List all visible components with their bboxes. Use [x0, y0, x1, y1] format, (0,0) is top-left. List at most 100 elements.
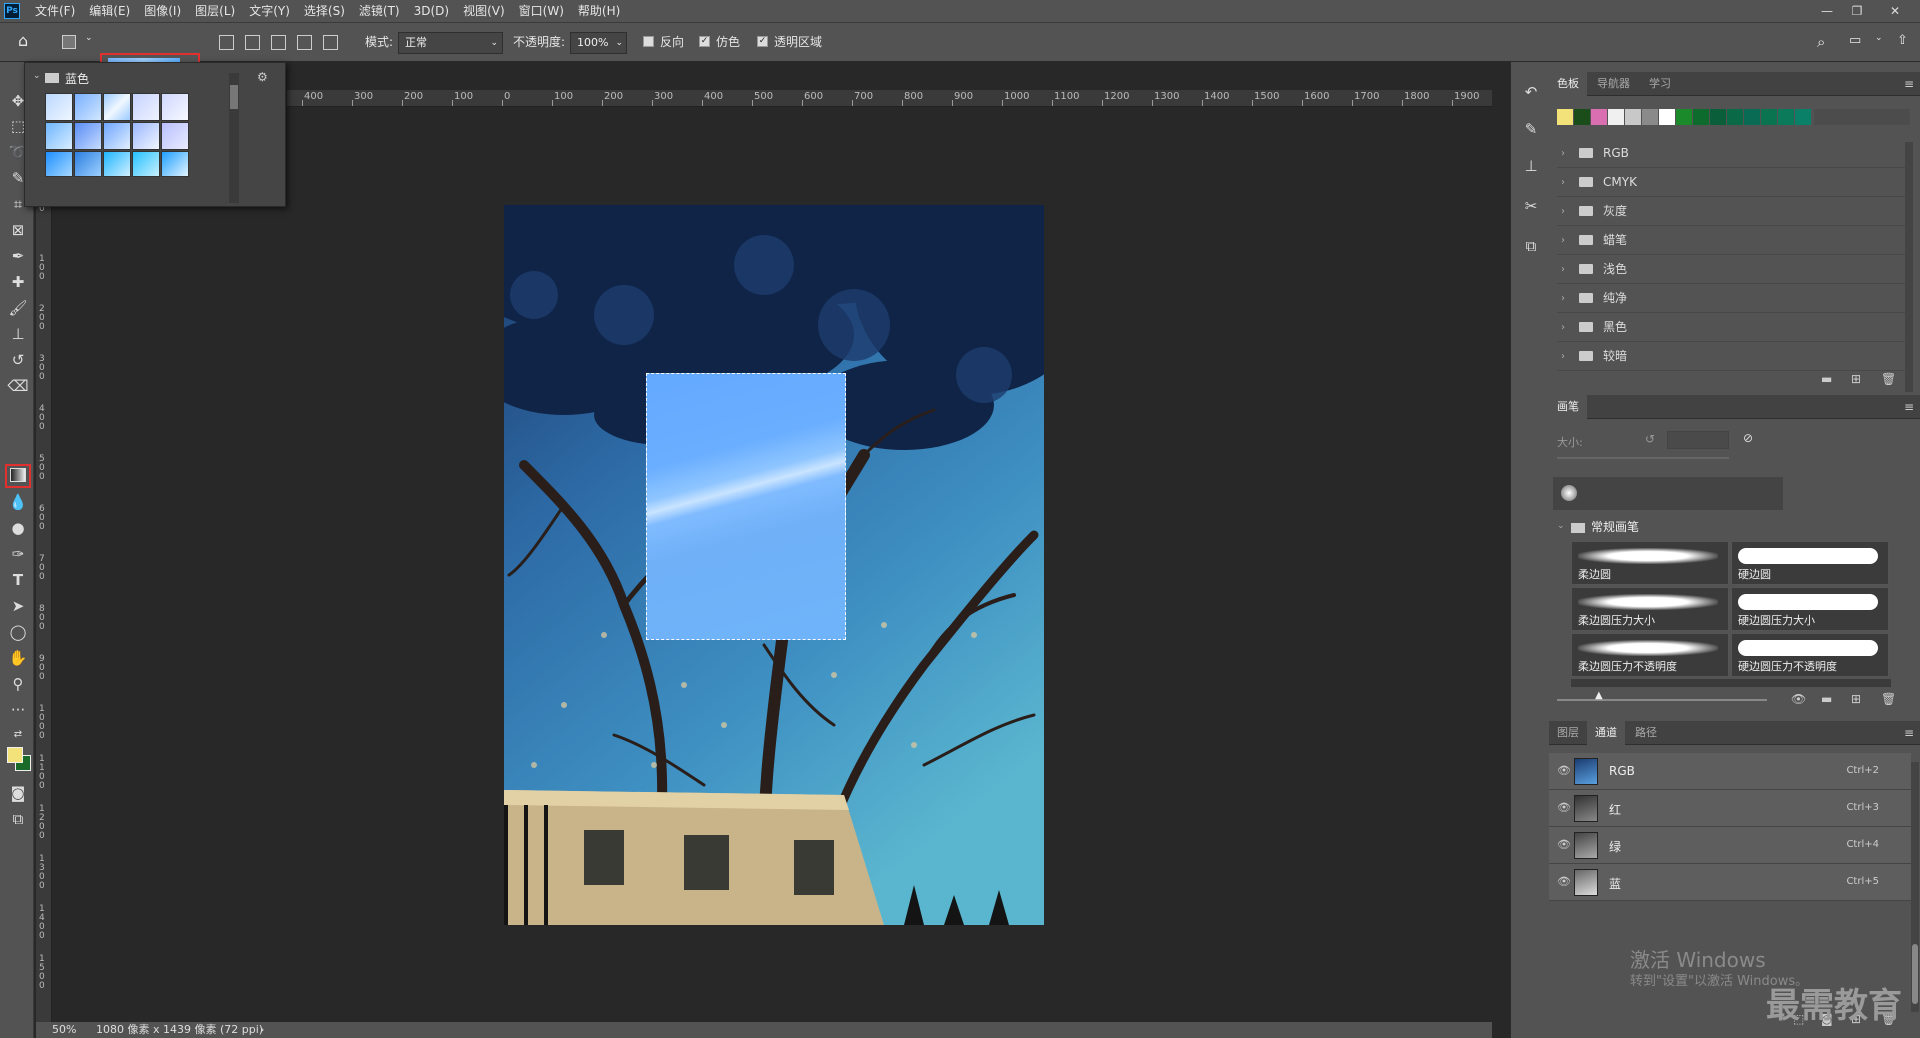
gradient-preset-swatch[interactable] [45, 122, 73, 150]
close-icon[interactable]: ✕ [1880, 0, 1910, 22]
tool-presets-icon[interactable]: ✂ [1519, 194, 1543, 218]
brush-tool-icon[interactable]: 🖌 [7, 297, 29, 319]
ellipse-tool-icon[interactable]: ◯ [7, 621, 29, 643]
channel-row[interactable]: 👁 蓝 Ctrl+5 [1549, 864, 1911, 901]
chevron-right-icon[interactable]: › [1561, 342, 1565, 371]
color-swatch[interactable] [1625, 109, 1641, 125]
type-tool-icon[interactable]: T [7, 569, 29, 591]
gradient-preset-swatch[interactable] [132, 93, 160, 121]
gradient-preset-swatch[interactable] [103, 151, 131, 177]
color-swatch[interactable] [1778, 109, 1794, 125]
eraser-tool-icon[interactable]: ⌫ [7, 375, 29, 397]
chevron-right-icon[interactable]: › [1561, 197, 1565, 226]
share-icon[interactable]: ⇧ [1897, 33, 1908, 48]
chevron-right-icon[interactable]: › [1561, 226, 1565, 255]
tab-layers[interactable]: 图层 [1549, 721, 1587, 745]
new-swatch-icon[interactable]: ⊞ [1851, 372, 1861, 386]
gradient-preset-swatch[interactable] [74, 93, 102, 121]
swatches-scrollbar[interactable] [1905, 142, 1913, 392]
new-preset-icon[interactable]: ⊘ [1743, 431, 1753, 445]
color-swatch[interactable] [1676, 109, 1692, 125]
angle-gradient-icon[interactable] [271, 35, 286, 50]
more-tools-icon[interactable]: ··· [7, 699, 29, 721]
color-swatch[interactable] [1557, 109, 1573, 125]
eye-icon[interactable]: 👁 [1557, 875, 1571, 888]
menu-window[interactable]: 窗口(W) [512, 0, 571, 22]
gradient-tool-button[interactable] [5, 464, 31, 488]
menu-filter[interactable]: 滤镜(T) [352, 0, 407, 22]
color-swatch[interactable] [1710, 109, 1726, 125]
opacity-input[interactable]: 100% ⌄ [570, 32, 627, 54]
chevron-right-icon[interactable]: › [1561, 139, 1565, 168]
brush-settings-icon[interactable]: ✎ [1519, 117, 1543, 141]
zoom-level[interactable]: 50% [52, 1022, 76, 1038]
gradient-preset-swatch[interactable] [74, 122, 102, 150]
reset-icon[interactable]: ↺ [1645, 432, 1655, 446]
swatch-folder[interactable]: › 纯净 [1557, 284, 1907, 313]
color-swatch[interactable] [1642, 109, 1658, 125]
brush-size-input[interactable] [1667, 431, 1729, 449]
history-brush-icon[interactable]: ↺ [7, 349, 29, 371]
reflected-gradient-icon[interactable] [297, 35, 312, 50]
soft-brush-icon[interactable] [1561, 485, 1577, 501]
gradient-preset-swatch[interactable] [161, 122, 189, 150]
visibility-icon[interactable]: 👁 [1791, 692, 1806, 706]
chevron-down-icon[interactable]: ⌄ [1875, 33, 1883, 43]
swatch-folder[interactable]: › 蜡笔 [1557, 226, 1907, 255]
chevron-right-icon[interactable]: › [1561, 168, 1565, 197]
dither-checkbox[interactable]: ✓ [699, 36, 710, 47]
menu-image[interactable]: 图像(I) [137, 0, 188, 22]
hand-tool-icon[interactable]: ✋ [7, 647, 29, 669]
color-swatch[interactable] [1761, 109, 1777, 125]
color-swatch[interactable] [1727, 109, 1743, 125]
pen-tool-icon[interactable]: ✑ [7, 543, 29, 565]
brush-group-name[interactable]: 常规画笔 [1591, 518, 1639, 535]
brush-preset[interactable]: 硬边圆压力不透明度 [1731, 633, 1889, 677]
brush-preset[interactable]: 柔边圆 [1571, 541, 1729, 585]
color-swatch[interactable] [1591, 109, 1607, 125]
eye-icon[interactable]: 👁 [1557, 838, 1571, 851]
menu-3d[interactable]: 3D(D) [407, 0, 456, 22]
tab-channels[interactable]: 通道 [1587, 721, 1625, 745]
search-icon[interactable]: ⌕ [1817, 33, 1825, 51]
brush-size-slider[interactable] [1557, 457, 1729, 459]
channel-row[interactable]: 👁 红 Ctrl+3 [1549, 790, 1911, 827]
swatch-folder[interactable]: › 浅色 [1557, 255, 1907, 284]
new-group-icon[interactable]: ▬ [1821, 372, 1832, 386]
tool-preset-icon[interactable] [62, 35, 76, 49]
chevron-down-icon[interactable]: ⌄ [85, 33, 93, 43]
menu-edit[interactable]: 编辑(E) [82, 0, 137, 22]
swap-colors-icon[interactable]: ⇄ [7, 724, 29, 746]
brush-preview-slider[interactable] [1557, 699, 1767, 701]
brush-preset[interactable]: 柔边圆压力不透明度 [1571, 633, 1729, 677]
history-icon[interactable]: ↶ [1519, 80, 1543, 104]
gear-icon[interactable]: ⚙ [257, 70, 268, 84]
restore-icon[interactable]: ❐ [1842, 0, 1872, 22]
color-swatch[interactable] [1744, 109, 1760, 125]
swatch-folder[interactable]: › 灰度 [1557, 197, 1907, 226]
path-select-icon[interactable]: ➤ [7, 595, 29, 617]
dodge-tool-icon[interactable]: ● [7, 517, 29, 539]
trash-icon[interactable]: 🗑 [1881, 692, 1896, 706]
chevron-right-icon[interactable]: › [1561, 313, 1565, 342]
eye-icon[interactable]: 👁 [1557, 801, 1571, 814]
tab-swatches[interactable]: 色板 [1549, 72, 1587, 96]
channel-row[interactable]: 👁 RGB Ctrl+2 [1549, 753, 1911, 790]
trash-icon[interactable]: 🗑 [1881, 372, 1896, 386]
transparency-checkbox[interactable]: ✓ [757, 36, 768, 47]
menu-view[interactable]: 视图(V) [456, 0, 512, 22]
gradient-preset-swatch[interactable] [132, 151, 160, 177]
new-group-icon[interactable]: ▬ [1821, 692, 1832, 706]
clone-source-icon[interactable]: ⊥ [1519, 154, 1543, 178]
menu-layer[interactable]: 图层(L) [188, 0, 242, 22]
frame-tool-icon[interactable]: ⊠ [7, 219, 29, 241]
swatch-folder[interactable]: › 较暗 [1557, 342, 1907, 371]
brush-preset[interactable]: 柔边圆压力大小 [1571, 587, 1729, 631]
gradient-preset-swatch[interactable] [132, 122, 160, 150]
stamp-tool-icon[interactable]: ⊥ [7, 323, 29, 345]
linear-gradient-icon[interactable] [219, 35, 234, 50]
tab-paths[interactable]: 路径 [1627, 721, 1665, 745]
gradient-preset-swatch[interactable] [161, 93, 189, 121]
brush-preset[interactable]: 硬边圆压力大小 [1731, 587, 1889, 631]
gradient-folder-name[interactable]: 蓝色 [65, 70, 89, 87]
